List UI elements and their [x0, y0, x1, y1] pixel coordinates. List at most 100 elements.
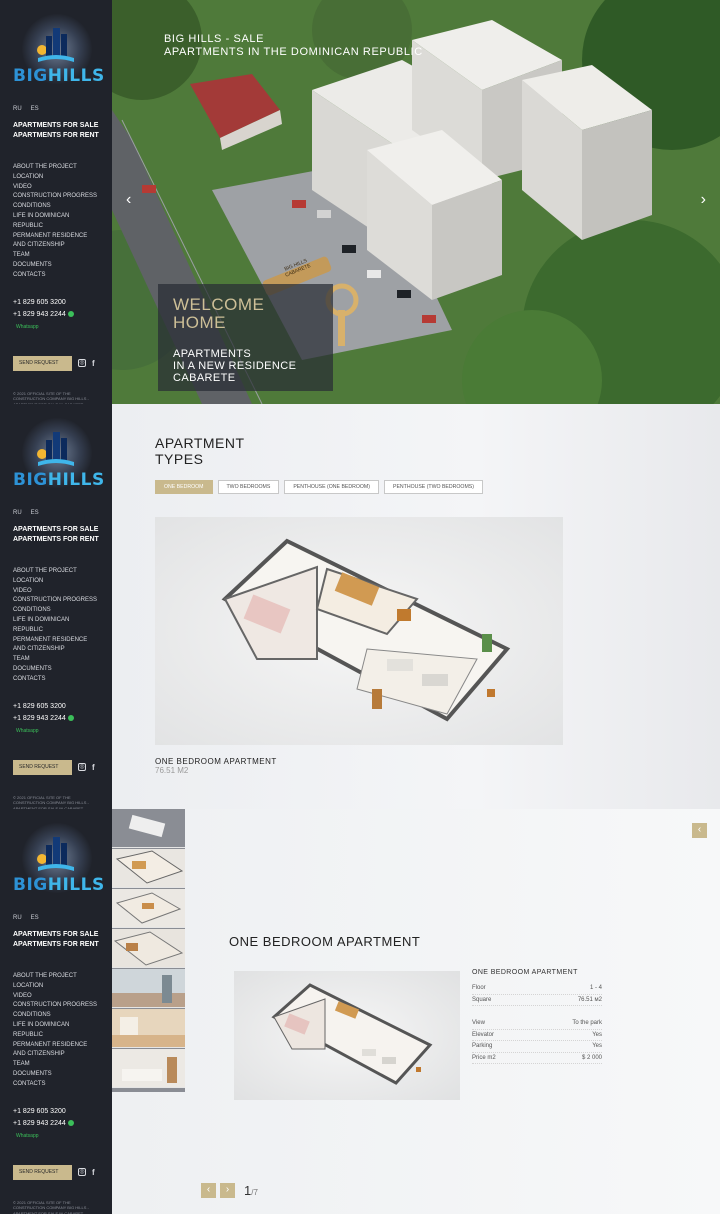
- nav-team[interactable]: TEAM: [13, 1060, 99, 1070]
- thumb-interior-3[interactable]: [112, 1049, 185, 1088]
- tab-one-bedroom[interactable]: ONE BEDROOM: [155, 480, 213, 494]
- logo[interactable]: BIGHILLS: [0, 809, 112, 901]
- phone-2-number[interactable]: +1 829 943 2244: [13, 311, 66, 318]
- close-back-button[interactable]: ‹: [692, 823, 707, 838]
- nav-contacts[interactable]: CONTACTS: [13, 271, 99, 281]
- nav-residence[interactable]: PERMANENT RESIDENCE AND CITIZENSHIP: [13, 232, 99, 252]
- send-request-button[interactable]: SEND REQUEST: [13, 355, 72, 371]
- nav-location[interactable]: LOCATION: [13, 982, 99, 992]
- tab-two-bedrooms[interactable]: TWO BEDROOMS: [217, 480, 280, 494]
- hero-next-arrow[interactable]: ›: [701, 191, 706, 209]
- nav-residence[interactable]: PERMANENT RESIDENCE AND CITIZENSHIP: [13, 1041, 99, 1061]
- main-nav: ABOUT THE PROJECT LOCATION VIDEO CONSTRU…: [13, 972, 99, 1090]
- nav-contacts[interactable]: CONTACTS: [13, 1080, 99, 1090]
- thumb-plan-2[interactable]: [112, 849, 185, 888]
- link-apartments-sale[interactable]: APARTMENTS FOR SALE: [13, 121, 99, 131]
- whatsapp-icon[interactable]: [67, 714, 74, 721]
- whatsapp-label[interactable]: Whatsapp: [16, 1133, 39, 1139]
- lang-es[interactable]: ES: [31, 106, 39, 112]
- phone-1[interactable]: +1 829 605 3200: [13, 1106, 99, 1118]
- thumb-plan-4[interactable]: [112, 929, 185, 968]
- nav-about[interactable]: ABOUT THE PROJECT: [13, 567, 99, 577]
- nav-contacts[interactable]: CONTACTS: [13, 675, 99, 685]
- thumb-interior-2[interactable]: [112, 1009, 185, 1048]
- facebook-icon[interactable]: f: [92, 763, 95, 772]
- nav-documents[interactable]: DOCUMENTS: [13, 261, 99, 271]
- phone-2: +1 829 943 2244 Whatsapp: [13, 309, 99, 333]
- whatsapp-icon[interactable]: [67, 310, 74, 317]
- phone-2-number[interactable]: +1 829 943 2244: [13, 715, 66, 722]
- nav-location[interactable]: LOCATION: [13, 577, 99, 587]
- link-apartments-rent[interactable]: APARTMENTS FOR RENT: [13, 131, 99, 141]
- nav-life[interactable]: LIFE IN DOMINICAN REPUBLIC: [13, 1021, 99, 1041]
- thumb-interior-1[interactable]: [112, 969, 185, 1008]
- request-row: SEND REQUEST ◎ f: [13, 759, 99, 775]
- thumb-plan-image: [128, 814, 166, 838]
- spec-value: 1 - 4: [589, 985, 602, 992]
- nav-location[interactable]: LOCATION: [13, 173, 99, 183]
- lang-ru[interactable]: RU: [13, 510, 22, 516]
- nav-video[interactable]: VIDEO: [13, 183, 99, 193]
- nav-residence[interactable]: PERMANENT RESIDENCE AND CITIZENSHIP: [13, 636, 99, 656]
- spec-label: Floor: [472, 985, 486, 992]
- link-apartments-rent[interactable]: APARTMENTS FOR RENT: [13, 535, 99, 545]
- floor-plan-image[interactable]: [155, 517, 563, 745]
- detail-plan-image[interactable]: [234, 971, 460, 1100]
- lang-ru[interactable]: RU: [13, 106, 22, 112]
- nav-team[interactable]: TEAM: [13, 655, 99, 665]
- facebook-icon[interactable]: f: [92, 1168, 95, 1177]
- nav-about[interactable]: ABOUT THE PROJECT: [13, 163, 99, 173]
- brand-wordmark: BIGHILLS: [13, 875, 105, 895]
- phone-1[interactable]: +1 829 605 3200: [13, 701, 99, 713]
- nav-construction[interactable]: CONSTRUCTION PROGRESS: [13, 192, 99, 202]
- send-request-button[interactable]: SEND REQUEST: [13, 759, 72, 775]
- tab-penthouse-two[interactable]: PENTHOUSE (TWO BEDROOMS): [383, 480, 483, 494]
- nav-video[interactable]: VIDEO: [13, 992, 99, 1002]
- tab-penthouse-one[interactable]: PENTHOUSE (ONE BEDROOM): [284, 480, 379, 494]
- phone-2-number[interactable]: +1 829 943 2244: [13, 1120, 66, 1127]
- lang-ru[interactable]: RU: [13, 915, 22, 921]
- nav-life[interactable]: LIFE IN DOMINICAN REPUBLIC: [13, 616, 99, 636]
- pager-next-button[interactable]: ›: [220, 1183, 235, 1198]
- thumb-plan-3[interactable]: [112, 889, 185, 928]
- nav-documents[interactable]: DOCUMENTS: [13, 665, 99, 675]
- hero-prev-arrow[interactable]: ‹: [126, 191, 131, 209]
- pager-prev-button[interactable]: ‹: [201, 1183, 216, 1198]
- phone-1[interactable]: +1 829 605 3200: [13, 297, 99, 309]
- spec-gap: [472, 1006, 602, 1018]
- lang-es[interactable]: ES: [31, 915, 39, 921]
- nav-documents[interactable]: DOCUMENTS: [13, 1070, 99, 1080]
- spec-value: Yes: [592, 1031, 602, 1038]
- nav-video[interactable]: VIDEO: [13, 587, 99, 597]
- link-apartments-sale[interactable]: APARTMENTS FOR SALE: [13, 930, 99, 940]
- nav-construction[interactable]: CONSTRUCTION PROGRESS: [13, 596, 99, 606]
- link-apartments-sale[interactable]: APARTMENTS FOR SALE: [13, 525, 99, 535]
- spec-row: Floor 1 - 4: [472, 983, 602, 995]
- hero-slider: BIG HILLS - SALE APARTMENTS IN THE DOMIN…: [112, 0, 720, 404]
- welcome-sub2: IN A NEW RESIDENCE: [173, 360, 297, 372]
- lang-es[interactable]: ES: [31, 510, 39, 516]
- instagram-icon[interactable]: ◎: [78, 1168, 86, 1177]
- whatsapp-label[interactable]: Whatsapp: [16, 324, 39, 330]
- facebook-icon[interactable]: f: [92, 359, 95, 368]
- nav-conditions[interactable]: CONDITIONS: [13, 1011, 99, 1021]
- nav-construction[interactable]: CONSTRUCTION PROGRESS: [13, 1001, 99, 1011]
- phones: +1 829 605 3200 +1 829 943 2244 Whatsapp: [13, 1106, 99, 1142]
- nav-conditions[interactable]: CONDITIONS: [13, 606, 99, 616]
- welcome-line2: HOME: [173, 313, 226, 332]
- thumb-plan[interactable]: [112, 809, 185, 848]
- nav-conditions[interactable]: CONDITIONS: [13, 202, 99, 212]
- nav-life[interactable]: LIFE IN DOMINICAN REPUBLIC: [13, 212, 99, 232]
- whatsapp-icon[interactable]: [67, 1119, 74, 1126]
- whatsapp-label[interactable]: Whatsapp: [16, 728, 39, 734]
- send-request-button[interactable]: SEND REQUEST: [13, 1164, 72, 1180]
- logo[interactable]: BIGHILLS: [0, 0, 112, 92]
- instagram-icon[interactable]: ◎: [78, 359, 86, 368]
- logo[interactable]: BIGHILLS: [0, 404, 112, 496]
- instagram-icon[interactable]: ◎: [78, 763, 86, 772]
- link-apartments-rent[interactable]: APARTMENTS FOR RENT: [13, 940, 99, 950]
- hero-title-line1: BIG HILLS - SALE: [164, 33, 265, 45]
- nav-about[interactable]: ABOUT THE PROJECT: [13, 972, 99, 982]
- nav-team[interactable]: TEAM: [13, 251, 99, 261]
- section-title: APARTMENT TYPES: [155, 435, 245, 467]
